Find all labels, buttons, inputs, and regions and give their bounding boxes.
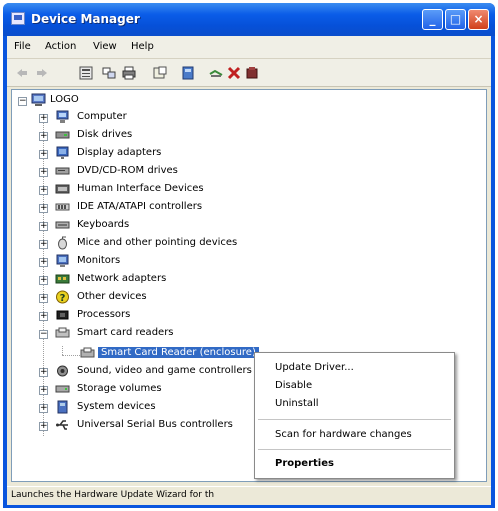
properties-icon[interactable] (79, 66, 93, 80)
status-bar: Launches the Hardware Update Wizard for … (7, 486, 491, 505)
other-devices-icon: ? (56, 290, 69, 304)
ide-controller-icon (55, 203, 70, 211)
ctx-separator (258, 419, 451, 420)
expand-toggle[interactable]: + (39, 276, 48, 285)
category-label: Network adapters (77, 273, 167, 284)
category-label: Smart card readers (77, 327, 174, 338)
ctx-scan-hardware[interactable]: Scan for hardware changes (275, 429, 412, 440)
expand-toggle[interactable]: + (39, 168, 48, 177)
ctx-properties[interactable]: Properties (275, 458, 334, 469)
processor-icon (56, 310, 69, 320)
uninstall-icon[interactable] (227, 66, 241, 80)
category-label: Sound, video and game controllers (77, 365, 252, 376)
dvd-drive-icon (55, 167, 70, 175)
status-text: Launches the Hardware Update Wizard for … (11, 490, 215, 500)
device-manager-icon (11, 12, 25, 25)
menu-file[interactable]: File (14, 41, 31, 52)
help-icon[interactable] (153, 66, 167, 80)
collapse-toggle[interactable]: − (18, 97, 27, 106)
category-label: Processors (77, 309, 131, 320)
usb-controller-icon (56, 420, 68, 430)
expand-toggle[interactable]: + (39, 204, 48, 213)
scan-hardware-icon[interactable] (181, 66, 195, 80)
tree-root-label: LOGO (50, 94, 79, 105)
menu-action[interactable]: Action (45, 41, 76, 52)
smart-card-device-icon (80, 347, 95, 358)
disk-drive-icon (55, 131, 70, 139)
category-label: Monitors (77, 255, 121, 266)
close-button[interactable]: × (468, 9, 489, 30)
network-adapter-icon (55, 274, 70, 284)
minimize-button[interactable]: _ (422, 9, 443, 30)
maximize-button[interactable]: □ (445, 9, 466, 30)
category-label: IDE ATA/ATAPI controllers (77, 201, 203, 212)
update-driver-icon[interactable] (209, 66, 223, 80)
expand-toggle[interactable]: + (39, 258, 48, 267)
selected-device-label[interactable]: Smart Card Reader (enclosure) (98, 347, 259, 358)
toolbar (7, 59, 491, 87)
expand-toggle[interactable]: + (39, 404, 48, 413)
expand-toggle[interactable]: + (39, 386, 48, 395)
keyboard-icon (55, 221, 70, 229)
category-label: Display adapters (77, 147, 162, 158)
category-label: DVD/CD-ROM drives (77, 165, 178, 176)
ctx-disable[interactable]: Disable (275, 380, 312, 391)
category-label: Human Interface Devices (77, 183, 204, 194)
smart-card-reader-icon (55, 327, 70, 338)
expand-toggle[interactable]: + (39, 186, 48, 195)
show-hide-tree-icon[interactable] (102, 66, 116, 80)
system-device-icon (57, 400, 68, 414)
menu-view[interactable]: View (93, 41, 117, 52)
ctx-update-driver[interactable]: Update Driver... (275, 362, 354, 373)
category-label: Other devices (77, 291, 147, 302)
expand-toggle[interactable]: + (39, 368, 48, 377)
category-label: Mice and other pointing devices (77, 237, 238, 248)
category-label: Storage volumes (77, 383, 162, 394)
expand-toggle[interactable]: + (39, 240, 48, 249)
back-arrow-icon[interactable] (15, 66, 29, 80)
menu-bar: File Action View Help (7, 36, 491, 59)
menu-help[interactable]: Help (131, 41, 154, 52)
human-interface-device-icon (55, 184, 70, 194)
forward-arrow-icon[interactable] (35, 66, 49, 80)
mouse-icon (58, 236, 67, 250)
disable-device-icon[interactable] (245, 66, 259, 80)
category-label: Universal Serial Bus controllers (77, 419, 233, 430)
display-adapter-icon (56, 146, 69, 159)
title-bar[interactable]: Device Manager _ □ × (3, 3, 495, 36)
ctx-separator (258, 449, 451, 450)
category-label: Disk drives (77, 129, 133, 140)
collapse-toggle[interactable]: − (39, 330, 48, 339)
sound-controller-icon (57, 365, 68, 377)
expand-toggle[interactable]: + (39, 294, 48, 303)
print-icon[interactable] (122, 66, 136, 80)
svg-text:?: ? (60, 293, 66, 304)
storage-volume-icon (55, 385, 70, 393)
computer-root-icon (31, 93, 46, 106)
monitor-icon (56, 254, 69, 267)
window-title: Device Manager (31, 12, 140, 26)
ctx-uninstall[interactable]: Uninstall (275, 398, 319, 409)
category-label: System devices (77, 401, 156, 412)
category-label: Computer (77, 111, 127, 122)
expand-toggle[interactable]: + (39, 222, 48, 231)
expand-toggle[interactable]: + (39, 132, 48, 141)
computer-icon (56, 110, 69, 123)
expand-toggle[interactable]: + (39, 312, 48, 321)
context-menu: Update Driver... Disable Uninstall Scan … (254, 352, 455, 479)
expand-toggle[interactable]: + (39, 150, 48, 159)
expand-toggle[interactable]: + (39, 422, 48, 431)
expand-toggle[interactable]: + (39, 114, 48, 123)
category-label: Keyboards (77, 219, 130, 230)
